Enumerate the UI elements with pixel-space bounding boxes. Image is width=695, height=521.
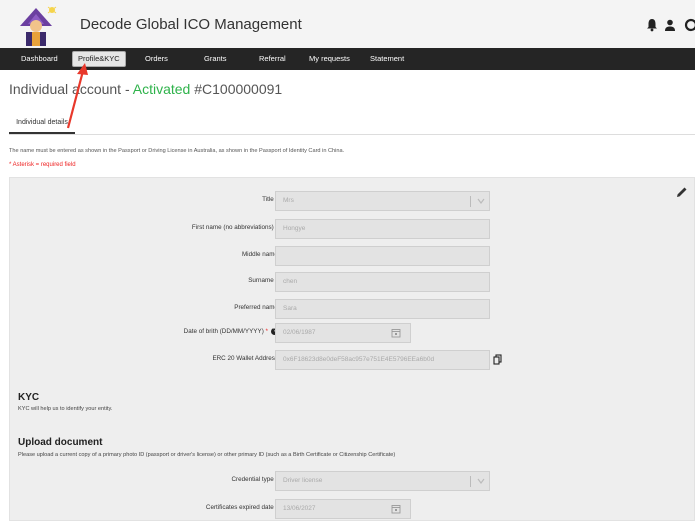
nav-orders[interactable]: Orders xyxy=(143,52,170,66)
form-panel: Title * Mrs First name (no abbreviations… xyxy=(9,177,695,521)
nav-grants[interactable]: Grants xyxy=(202,52,229,66)
surname-label: Surname * xyxy=(248,277,278,284)
bell-icon[interactable] xyxy=(646,18,658,32)
middle-name-field[interactable] xyxy=(275,246,490,266)
first-name-row: First name (no abbreviations) * Hongye xyxy=(10,219,695,239)
preferred-name-label: Preferred name xyxy=(234,304,278,311)
dob-field[interactable]: 02/06/1987 xyxy=(275,323,411,343)
expiry-date-field[interactable]: 13/06/2027 xyxy=(275,499,411,519)
app-title: Decode Global ICO Management xyxy=(80,16,302,33)
account-id: #C100000091 xyxy=(190,81,283,97)
upload-description: Please upload a current copy of a primar… xyxy=(18,452,396,458)
page: Decode Global ICO Management Dashboard P… xyxy=(0,0,695,521)
expiry-label: Certificates expired date * xyxy=(205,504,278,511)
main-nav: Dashboard Profile&KYC Orders Grants Refe… xyxy=(0,48,695,70)
dob-row: Date of brith (DD/MM/YYYY) *? 02/06/1987 xyxy=(10,323,695,343)
calendar-icon[interactable] xyxy=(391,504,401,514)
title-row: Title * Mrs xyxy=(10,191,695,211)
wallet-label: ERC 20 Wallet Address xyxy=(212,355,278,362)
upload-heading: Upload document xyxy=(18,437,103,448)
nav-dashboard[interactable]: Dashboard xyxy=(19,52,60,66)
user-icon[interactable] xyxy=(664,18,676,32)
middle-name-row: Middle name xyxy=(10,246,695,266)
required-field-note: * Asterisk = required field xyxy=(9,162,76,168)
wallet-row: ERC 20 Wallet Address 0x6F18623d8e0deF58… xyxy=(10,350,695,370)
middle-name-label: Middle name xyxy=(241,251,278,258)
page-title: Individual account - Activated #C1000000… xyxy=(9,81,282,97)
app-header: Decode Global ICO Management xyxy=(0,0,695,48)
tab-divider xyxy=(9,134,695,135)
credential-type-select[interactable]: Driver license xyxy=(275,471,490,491)
credential-type-label: Credential type * xyxy=(231,476,278,483)
kyc-heading: KYC xyxy=(18,392,40,403)
name-rule-note: The name must be entered as shown in the… xyxy=(9,148,345,154)
settings-icon[interactable] xyxy=(683,18,695,32)
surname-row: Surname * chen xyxy=(10,272,695,292)
chevron-down-icon xyxy=(477,198,485,204)
account-status: Activated xyxy=(132,81,191,97)
preferred-name-field[interactable]: Sara xyxy=(275,299,490,319)
expiry-row: Certificates expired date * 13/06/2027 xyxy=(10,499,695,519)
kyc-description: KYC will help us to identify your entity… xyxy=(18,406,113,412)
tab-individual-details[interactable]: Individual details xyxy=(9,112,75,134)
logo xyxy=(20,6,57,46)
wallet-address-field[interactable]: 0x6F18623d8e0deF58ac957e751E4E5796EEa6b0… xyxy=(275,350,490,370)
dob-label: Date of brith (DD/MM/YYYY) *? xyxy=(184,328,278,335)
nav-referral[interactable]: Referral xyxy=(257,52,288,66)
credential-type-row: Credential type * Driver license xyxy=(10,471,695,491)
select-divider xyxy=(470,476,471,487)
surname-field[interactable]: chen xyxy=(275,272,490,292)
chevron-down-icon xyxy=(477,478,485,484)
nav-my-requests[interactable]: My requests xyxy=(307,52,352,66)
first-name-label: First name (no abbreviations) * xyxy=(191,224,278,231)
select-divider xyxy=(470,196,471,207)
preferred-name-row: Preferred name Sara xyxy=(10,299,695,319)
title-select[interactable]: Mrs xyxy=(275,191,490,211)
nav-statement[interactable]: Statement xyxy=(368,52,406,66)
calendar-icon[interactable] xyxy=(391,328,401,338)
copy-icon[interactable] xyxy=(493,354,502,365)
first-name-field[interactable]: Hongye xyxy=(275,219,490,239)
